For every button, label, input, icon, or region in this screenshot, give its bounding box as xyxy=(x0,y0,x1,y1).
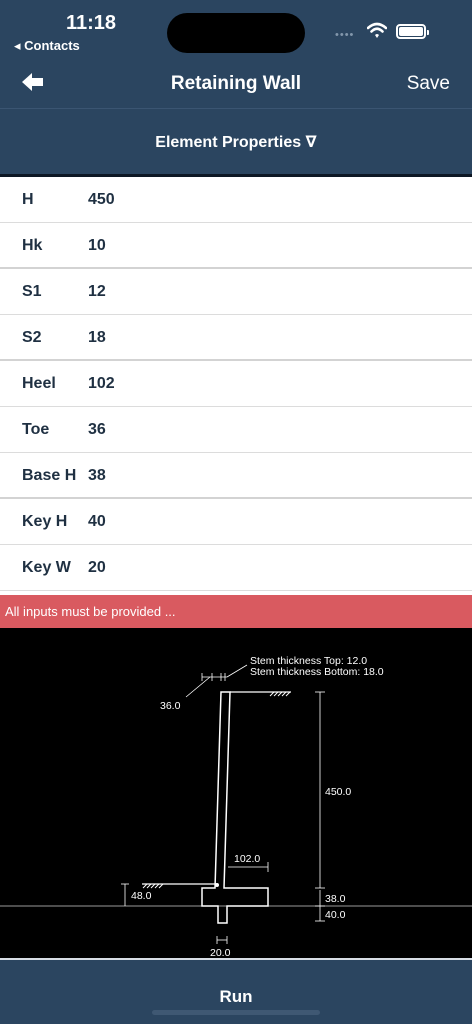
battery-icon xyxy=(396,24,429,39)
run-button[interactable]: Run xyxy=(0,987,472,1007)
property-row-s2[interactable]: S2 18 xyxy=(0,315,472,361)
property-row-heel[interactable]: Heel 102 xyxy=(0,361,472,407)
stem-bottom-label: Stem thickness Bottom: 18.0 xyxy=(250,666,384,678)
property-label: Base H xyxy=(22,467,77,484)
properties-list: H 450 Hk 10 S1 12 S2 18 Heel 102 Toe 36 … xyxy=(0,177,472,591)
property-value-input[interactable]: 450 xyxy=(88,191,115,209)
property-value-input[interactable]: 102 xyxy=(88,375,115,393)
property-value-input[interactable]: 20 xyxy=(88,559,106,577)
property-row-h[interactable]: H 450 xyxy=(0,177,472,223)
element-properties-dropdown[interactable]: Element Properties ∇ xyxy=(0,132,472,152)
property-label: Key W xyxy=(22,559,71,576)
key-h-dim-label: 40.0 xyxy=(325,909,346,921)
property-value-input[interactable]: 12 xyxy=(88,283,106,301)
property-value-input[interactable]: 40 xyxy=(88,513,106,531)
navigation-bar: Retaining Wall Save xyxy=(0,60,472,108)
property-value-input[interactable]: 10 xyxy=(88,237,106,255)
wall-diagram-svg: Stem thickness Top: 12.0 Stem thickness … xyxy=(0,655,472,958)
key-w-dim-label: 20.0 xyxy=(210,947,231,958)
property-label: Key H xyxy=(22,513,68,530)
property-row-key-w[interactable]: Key W 20 xyxy=(0,545,472,591)
wall-outline xyxy=(201,691,269,924)
property-label: Toe xyxy=(22,421,50,438)
page-title: Retaining Wall xyxy=(170,73,302,94)
base-dim-label: 38.0 xyxy=(325,893,346,905)
height-dim xyxy=(315,691,325,889)
property-label: S2 xyxy=(22,329,42,346)
property-row-s1[interactable]: S1 12 xyxy=(0,269,472,315)
section-selector-bar: Element Properties ∇ xyxy=(0,108,472,174)
joint-dot xyxy=(215,883,219,887)
wifi-icon xyxy=(367,22,387,38)
heel-dim-label: 102.0 xyxy=(234,853,260,865)
property-row-key-h[interactable]: Key H 40 xyxy=(0,499,472,545)
retaining-wall-drawing: Stem thickness Top: 12.0 Stem thickness … xyxy=(0,628,472,960)
save-button[interactable]: Save xyxy=(407,73,450,95)
status-bar: 11:18 ◂ Contacts •••• xyxy=(0,0,472,60)
error-banner: All inputs must be provided ... xyxy=(0,595,472,628)
property-value-input[interactable]: 36 xyxy=(88,421,106,439)
status-time: 11:18 xyxy=(66,12,117,34)
height-dim-label: 450.0 xyxy=(325,786,351,798)
property-row-hk[interactable]: Hk 10 xyxy=(0,223,472,269)
back-to-contacts-link[interactable]: ◂ Contacts xyxy=(14,38,80,54)
soil-dim xyxy=(121,883,129,906)
cellular-signal-icon: •••• xyxy=(335,29,355,41)
home-indicator[interactable] xyxy=(152,1010,320,1015)
toe-dim-label: 36.0 xyxy=(160,700,181,712)
property-label: S1 xyxy=(22,283,42,300)
property-row-base-h[interactable]: Base H 38 xyxy=(0,453,472,499)
property-value-input[interactable]: 18 xyxy=(88,329,106,347)
property-label: H xyxy=(22,191,34,208)
property-label: Hk xyxy=(22,237,43,254)
soil-dim-label: 48.0 xyxy=(131,890,152,902)
property-label: Heel xyxy=(22,375,56,392)
property-value-input[interactable]: 38 xyxy=(88,467,106,485)
property-row-toe[interactable]: Toe 36 xyxy=(0,407,472,453)
key-w-dim xyxy=(216,936,228,944)
error-message: All inputs must be provided ... xyxy=(5,604,176,619)
dynamic-island xyxy=(167,13,305,53)
